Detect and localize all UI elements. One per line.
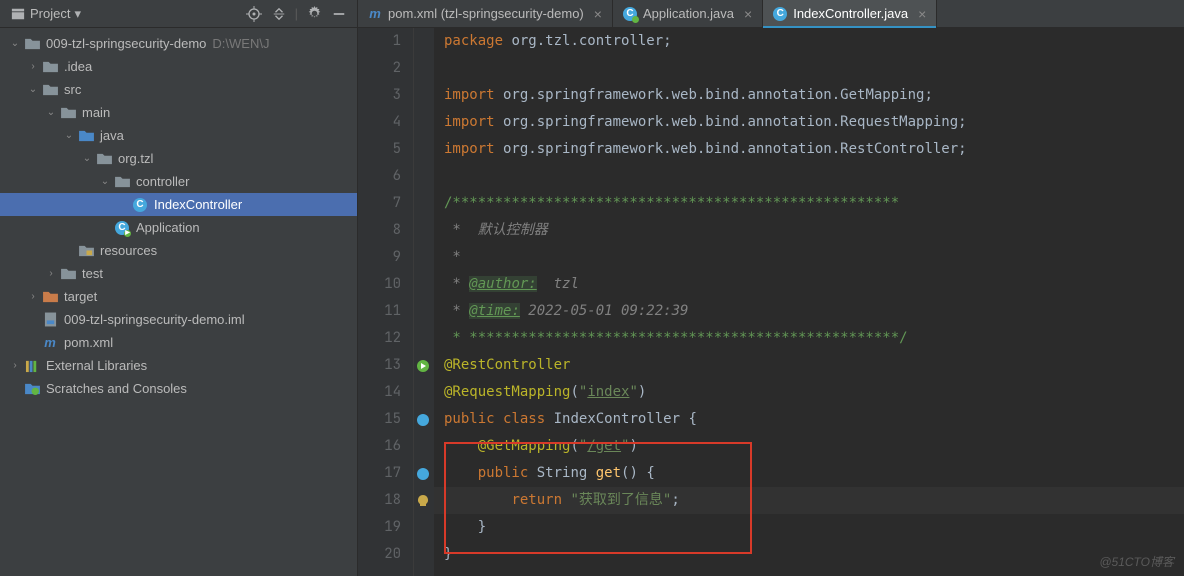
chevron-right-icon: › xyxy=(10,360,20,371)
close-icon[interactable]: × xyxy=(594,6,602,22)
dropdown-icon[interactable]: ▾ xyxy=(74,6,81,22)
chevron-down-icon: ⌄ xyxy=(28,84,38,95)
tree-resources[interactable]: resources xyxy=(0,239,357,262)
tree-iml[interactable]: 009-tzl-springsecurity-demo.iml xyxy=(0,308,357,331)
class-icon: C xyxy=(133,198,147,212)
tree-orgtzl[interactable]: ⌄org.tzl xyxy=(0,147,357,170)
scratches-icon xyxy=(25,382,40,395)
gutter-icons xyxy=(414,28,434,576)
bulb-icon[interactable] xyxy=(416,494,430,508)
run-icon[interactable] xyxy=(416,359,430,373)
maven-icon: m xyxy=(368,7,382,21)
class-icon: ▶C xyxy=(115,221,129,235)
chevron-right-icon: › xyxy=(28,61,38,72)
editor-area: mpom.xml (tzl-springsecurity-demo)× CApp… xyxy=(358,0,1184,576)
tree-pom[interactable]: mpom.xml xyxy=(0,331,357,354)
tab-application[interactable]: CApplication.java× xyxy=(613,0,763,27)
chevron-down-icon: ⌄ xyxy=(46,107,56,118)
editor-tabs: mpom.xml (tzl-springsecurity-demo)× CApp… xyxy=(358,0,1184,28)
code-editor[interactable]: 1234567891011121314151617181920 package … xyxy=(358,28,1184,576)
tree-indexcontroller[interactable]: CIndexController xyxy=(0,193,357,216)
project-icon xyxy=(11,7,25,21)
tree-idea[interactable]: ›.idea xyxy=(0,55,357,78)
gear-icon[interactable] xyxy=(307,6,322,21)
chevron-right-icon: › xyxy=(28,291,38,302)
chevron-right-icon: › xyxy=(46,268,56,279)
class-icon: C xyxy=(773,7,787,21)
tab-indexcontroller[interactable]: CIndexController.java× xyxy=(763,0,937,27)
tree-root[interactable]: ⌄009-tzl-springsecurity-demoD:\WEN\J xyxy=(0,32,357,55)
tree-target[interactable]: ›target xyxy=(0,285,357,308)
tree-main[interactable]: ⌄main xyxy=(0,101,357,124)
close-icon[interactable]: × xyxy=(744,6,752,22)
chevron-down-icon: ⌄ xyxy=(64,130,74,141)
tab-pom[interactable]: mpom.xml (tzl-springsecurity-demo)× xyxy=(358,0,613,27)
divider: | xyxy=(295,6,298,21)
chevron-down-icon: ⌄ xyxy=(82,153,92,164)
maven-icon: m xyxy=(44,335,56,350)
tree-scratches[interactable]: Scratches and Consoles xyxy=(0,377,357,400)
tree-controller[interactable]: ⌄controller xyxy=(0,170,357,193)
line-numbers: 1234567891011121314151617181920 xyxy=(358,28,414,576)
chevron-down-icon: ⌄ xyxy=(10,38,20,49)
tree-src[interactable]: ⌄src xyxy=(0,78,357,101)
class-icon: C xyxy=(623,7,637,21)
library-icon xyxy=(25,359,40,373)
close-icon[interactable]: × xyxy=(918,6,926,22)
locate-icon[interactable] xyxy=(246,6,262,22)
tree-java[interactable]: ⌄java xyxy=(0,124,357,147)
endpoint-icon[interactable] xyxy=(416,413,430,427)
project-sidebar: Project ▾ | ⌄009-tzl-springsecurity-demo… xyxy=(0,0,358,576)
tree-application[interactable]: ▶CApplication xyxy=(0,216,357,239)
sidebar-title: Project xyxy=(30,6,70,21)
endpoint-icon[interactable] xyxy=(416,467,430,481)
tree-test[interactable]: ›test xyxy=(0,262,357,285)
collapse-icon[interactable] xyxy=(272,7,286,21)
project-tree: ⌄009-tzl-springsecurity-demoD:\WEN\J ›.i… xyxy=(0,28,357,400)
tree-extlib[interactable]: ›External Libraries xyxy=(0,354,357,377)
hide-icon[interactable] xyxy=(332,7,346,21)
sidebar-header: Project ▾ | xyxy=(0,0,357,28)
code-content[interactable]: package org.tzl.controller; import org.s… xyxy=(434,28,1184,576)
chevron-down-icon: ⌄ xyxy=(100,176,110,187)
